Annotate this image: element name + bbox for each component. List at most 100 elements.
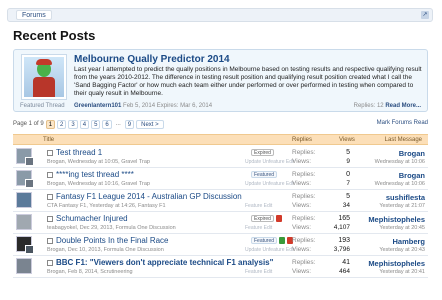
thread-row: Double Points In the Final Race Brogan, … (13, 234, 428, 256)
page-link[interactable]: 1 (45, 119, 56, 129)
last-message-date[interactable]: Wednesday at 10:06 (375, 181, 425, 187)
pagination: Page 1 of 9 1 2 3 4 5 6 ... 9 Next > (13, 119, 164, 129)
replies-count: 5 (346, 193, 350, 200)
replies-count: 165 (338, 215, 350, 222)
select-checkbox[interactable] (47, 260, 53, 266)
breadcrumb-forums[interactable]: Forums (16, 10, 52, 20)
replies-label: Replies: (292, 215, 316, 222)
last-message-user[interactable]: Hamberg (392, 237, 425, 246)
jump-to-icon[interactable]: ↗ (421, 11, 429, 19)
replies-label: Replies: (292, 259, 316, 266)
featured-label: Featured Thread (20, 103, 65, 109)
thread-title[interactable]: Double Points In the Final Race (56, 236, 169, 245)
featured-stats: Replies: 12 Read More... (354, 103, 421, 109)
avatar[interactable] (16, 258, 32, 274)
select-checkbox[interactable] (47, 238, 53, 244)
last-message-user[interactable]: Mephistopheles (368, 215, 425, 224)
avatar[interactable] (16, 192, 32, 208)
feature-edit-link[interactable]: Feature Edit (245, 269, 272, 275)
thread-title[interactable]: Schumacher Injured (56, 214, 128, 223)
mark-forums-read-link[interactable]: Mark Forums Read (377, 120, 428, 126)
flag-icon (275, 215, 282, 222)
replies-label: Replies: (292, 237, 316, 244)
thread-row: Fantasy F1 League 2014 - Australian GP D… (13, 190, 428, 212)
last-message-date[interactable]: Yesterday at 20:43 (379, 247, 425, 253)
last-message-user[interactable]: Brogan (399, 149, 425, 158)
thread-title[interactable]: Fantasy F1 League 2014 - Australian GP D… (56, 192, 242, 201)
page-link[interactable]: 4 (79, 119, 90, 129)
page-link[interactable]: 2 (57, 119, 67, 129)
views-count: 7 (346, 180, 350, 187)
avatar[interactable] (25, 179, 34, 188)
feature-edit-link[interactable]: Update Unfeature Edit (245, 247, 294, 253)
thread-meta: Brogan, Wednesday at 10:05, Gravel Trap (47, 159, 150, 165)
col-replies[interactable]: Replies (292, 137, 312, 143)
views-count: 4,107 (333, 224, 350, 231)
thread-title[interactable]: BBC F1: "Viewers don't appreciate techni… (56, 258, 273, 267)
last-message-user[interactable]: sushiflesta (386, 193, 425, 202)
featured-date: Feb 5, 2014 (123, 103, 156, 109)
featured-author[interactable]: Greenlantern101 (74, 103, 121, 109)
featured-expires: Expires: Mar 6, 2014 (156, 103, 213, 109)
page-ellipsis: ... (115, 121, 121, 127)
thread-title[interactable]: Test thread 1 (56, 148, 102, 157)
page-link-last[interactable]: 9 (124, 119, 135, 129)
read-more-link[interactable]: Read More... (385, 103, 421, 109)
views-label: Views: (292, 158, 312, 165)
select-checkbox[interactable] (47, 194, 53, 200)
next-page-button[interactable]: Next > (136, 119, 164, 129)
status-badge: Featured (251, 237, 278, 244)
col-title[interactable]: Title (43, 137, 54, 143)
replies-label: Replies: (292, 171, 316, 178)
feature-edit-link[interactable]: Feature Edit (245, 225, 272, 231)
feature-edit-link[interactable]: Update Unfeature Edit (245, 181, 294, 187)
views-label: Views: (292, 180, 312, 187)
thread-meta: Brogan, Feb 8, 2014, Scrutineering (47, 269, 133, 275)
table-header: Title Replies Views Last Message (13, 134, 428, 145)
replies-label: Replies: (292, 149, 316, 156)
avatar[interactable] (25, 157, 34, 166)
last-message-user[interactable]: Mephistopheles (368, 259, 425, 268)
page-of-label: Page 1 of 9 (13, 121, 44, 127)
views-count: 34 (342, 202, 350, 209)
col-last-message[interactable]: Last Message (385, 137, 422, 143)
col-views[interactable]: Views (339, 137, 355, 143)
select-checkbox[interactable] (47, 172, 53, 178)
status-badge: Expired (251, 149, 274, 156)
thread-row: Test thread 1 Brogan, Wednesday at 10:05… (13, 146, 428, 168)
featured-thread: Featured Thread Melbourne Qually Predict… (13, 49, 428, 112)
featured-avatar[interactable] (21, 54, 67, 100)
feature-edit-link[interactable]: Update Unfeature Edit (245, 159, 294, 165)
thread-meta: CTA Fantasy F1, Yesterday at 14:26, Fant… (47, 203, 166, 209)
sticky-icon (279, 237, 286, 244)
last-message-date[interactable]: Yesterday at 20:41 (379, 269, 425, 275)
status-badge: Featured (251, 171, 278, 178)
avatar[interactable] (16, 214, 32, 230)
last-message-date[interactable]: Yesterday at 21:07 (379, 203, 425, 209)
thread-meta: Brogan, Wednesday at 10:16, Gravel Trap (47, 181, 150, 187)
replies-label: Replies: (292, 193, 316, 200)
breadcrumb-bar: Forums ↗ (7, 8, 433, 22)
status-badge: Expired (251, 215, 274, 222)
views-count: 464 (339, 268, 350, 275)
thread-row: BBC F1: "Viewers don't appreciate techni… (13, 256, 428, 278)
last-message-user[interactable]: Brogan (399, 171, 425, 180)
page-link[interactable]: 5 (91, 119, 101, 129)
feature-edit-link[interactable]: Feature Edit (245, 203, 272, 209)
page-link[interactable]: 6 (102, 119, 112, 129)
page-title: Recent Posts (13, 28, 96, 43)
last-message-date[interactable]: Wednesday at 10:06 (375, 159, 425, 165)
thread-meta: Brogan, Dec 10, 2013, Formula One Discus… (47, 247, 164, 253)
featured-title[interactable]: Melbourne Qually Predictor 2014 (74, 54, 230, 65)
featured-meta: Greenlantern101 Feb 5, 2014 Expires: Mar… (74, 103, 212, 109)
featured-excerpt: Last year I attempted to predict the qua… (74, 66, 422, 97)
views-count: 3,796 (333, 246, 350, 253)
page-link[interactable]: 3 (68, 119, 78, 129)
views-label: Views: (292, 202, 312, 209)
last-message-date[interactable]: Yesterday at 20:45 (379, 225, 425, 231)
select-checkbox[interactable] (47, 150, 53, 156)
thread-title[interactable]: ****ing test thread **** (56, 170, 134, 179)
select-checkbox[interactable] (47, 216, 53, 222)
avatar[interactable] (25, 245, 34, 254)
thread-row: ****ing test thread **** Brogan, Wednesd… (13, 168, 428, 190)
